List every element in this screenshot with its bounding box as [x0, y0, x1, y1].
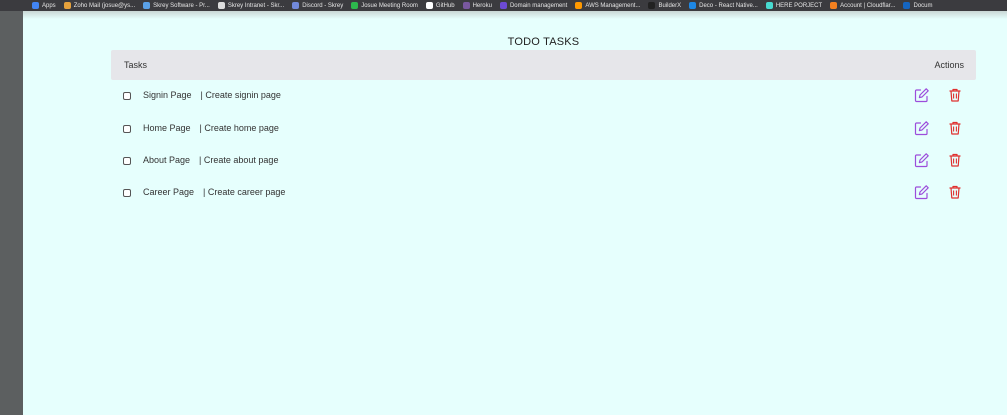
bookmark-item[interactable]: Account | Cloudflar...	[830, 2, 895, 9]
table-header: Tasks Actions	[111, 50, 976, 80]
bookmark-item[interactable]: Discord - Skrey	[292, 2, 343, 9]
task-checkbox[interactable]	[123, 189, 131, 197]
task-row: Home Page | Create home page	[111, 113, 976, 145]
left-window-edge	[0, 11, 23, 415]
edit-icon	[914, 121, 929, 136]
bookmark-label: Discord - Skrey	[302, 2, 344, 9]
task-name: Signin Page	[143, 90, 192, 100]
bookmark-label: Josue Meeting Room	[361, 2, 418, 9]
edit-button[interactable]	[914, 87, 930, 103]
bookmark-item[interactable]: Skrey Software - Pr...	[143, 2, 210, 9]
bookmark-favicon-icon	[32, 2, 39, 9]
edit-icon	[914, 185, 929, 200]
bookmark-favicon-icon	[143, 2, 151, 9]
bookmark-favicon-icon	[689, 2, 697, 9]
bookmark-label: Apps	[42, 2, 56, 9]
todo-app: TODO TASKS Tasks Actions Signin Page | Cr…	[23, 19, 1007, 415]
bookmark-favicon-icon	[765, 2, 773, 9]
delete-button[interactable]	[947, 184, 963, 200]
bookmark-favicon-icon	[462, 2, 470, 9]
bookmark-label: BuilderX	[658, 2, 682, 9]
edit-icon	[914, 88, 929, 103]
toolbar-shadow	[23, 11, 1007, 19]
bookmark-label: Deco - React Native...	[699, 2, 758, 9]
bookmark-item[interactable]: Heroku	[462, 2, 492, 9]
bookmark-favicon-icon	[648, 2, 656, 9]
task-description: | Create career page	[203, 187, 286, 197]
page-title: TODO TASKS	[507, 36, 580, 48]
task-description: | Create signin page	[200, 90, 281, 100]
bookmark-label: AWS Management...	[585, 2, 641, 9]
task-text: About Page | Create about page	[143, 155, 278, 165]
task-name: Career Page	[143, 187, 195, 197]
bookmark-favicon-icon	[830, 2, 838, 9]
bookmark-favicon-icon	[499, 2, 507, 9]
bookmarks-bar: Apps Zoho Mail (josue@ys... Skrey Software…	[0, 0, 1007, 11]
bookmark-label: Domain management	[509, 2, 568, 9]
task-name: Home Page	[143, 123, 191, 133]
task-text: Home Page | Create home page	[143, 123, 279, 133]
task-checkbox[interactable]	[123, 125, 131, 133]
trash-icon	[949, 121, 961, 135]
bookmark-item[interactable]: BuilderX	[648, 2, 681, 9]
bookmark-favicon-icon	[425, 2, 433, 9]
bookmark-label: Zoho Mail (josue@ys...	[73, 2, 136, 9]
edit-button[interactable]	[914, 120, 930, 136]
tasks-column-header: Tasks	[124, 60, 148, 70]
task-row: Career Page | Create career page	[111, 177, 976, 209]
bookmark-item[interactable]: Deco - React Native...	[689, 2, 758, 9]
bookmark-item[interactable]: AWS Management...	[575, 2, 640, 9]
bookmark-item[interactable]: Docum	[903, 2, 932, 9]
bookmark-label: Skrey Software - Pr...	[153, 2, 210, 9]
bookmark-label: HERE PORJECT	[775, 2, 823, 9]
trash-icon	[949, 153, 961, 167]
bookmark-label: Skrey Intranet - Skr...	[227, 2, 285, 9]
task-row: Signin Page | Create signin page	[111, 80, 976, 112]
bookmark-item[interactable]: GitHub	[425, 2, 455, 9]
task-name: About Page	[143, 155, 191, 165]
bookmark-favicon-icon	[575, 2, 583, 9]
bookmark-label: Heroku	[472, 2, 492, 9]
task-text: Career Page | Create career page	[143, 187, 285, 197]
bookmark-label: Docum	[913, 2, 933, 9]
bookmark-item[interactable]: Domain management	[499, 2, 568, 9]
task-description: | Create about page	[199, 155, 279, 165]
bookmark-label: GitHub	[435, 2, 455, 9]
delete-button[interactable]	[947, 152, 963, 168]
bookmark-label: Account | Cloudflar...	[840, 2, 896, 9]
task-description: | Create home page	[199, 123, 279, 133]
bookmark-item[interactable]: Josue Meeting Room	[351, 2, 418, 9]
edit-icon	[914, 153, 929, 168]
edit-button[interactable]	[914, 184, 930, 200]
trash-icon	[949, 185, 961, 199]
bookmark-favicon-icon	[63, 2, 71, 9]
delete-button[interactable]	[947, 87, 963, 103]
delete-button[interactable]	[947, 120, 963, 136]
bookmark-favicon-icon	[903, 2, 911, 9]
bookmark-item[interactable]: Apps	[32, 2, 56, 9]
bookmark-favicon-icon	[292, 2, 300, 9]
task-checkbox[interactable]	[123, 92, 131, 100]
bookmark-favicon-icon	[351, 2, 359, 9]
bookmark-item[interactable]: HERE PORJECT	[765, 2, 823, 9]
task-text: Signin Page | Create signin page	[143, 90, 281, 100]
task-checkbox[interactable]	[123, 157, 131, 165]
bookmark-item[interactable]: Zoho Mail (josue@ys...	[63, 2, 136, 9]
edit-button[interactable]	[914, 152, 930, 168]
task-row: About Page | Create about page	[111, 145, 976, 177]
actions-column-header: Actions	[934, 60, 964, 70]
bookmark-favicon-icon	[217, 2, 225, 9]
trash-icon	[949, 88, 961, 102]
bookmark-item[interactable]: Skrey Intranet - Skr...	[217, 2, 285, 9]
